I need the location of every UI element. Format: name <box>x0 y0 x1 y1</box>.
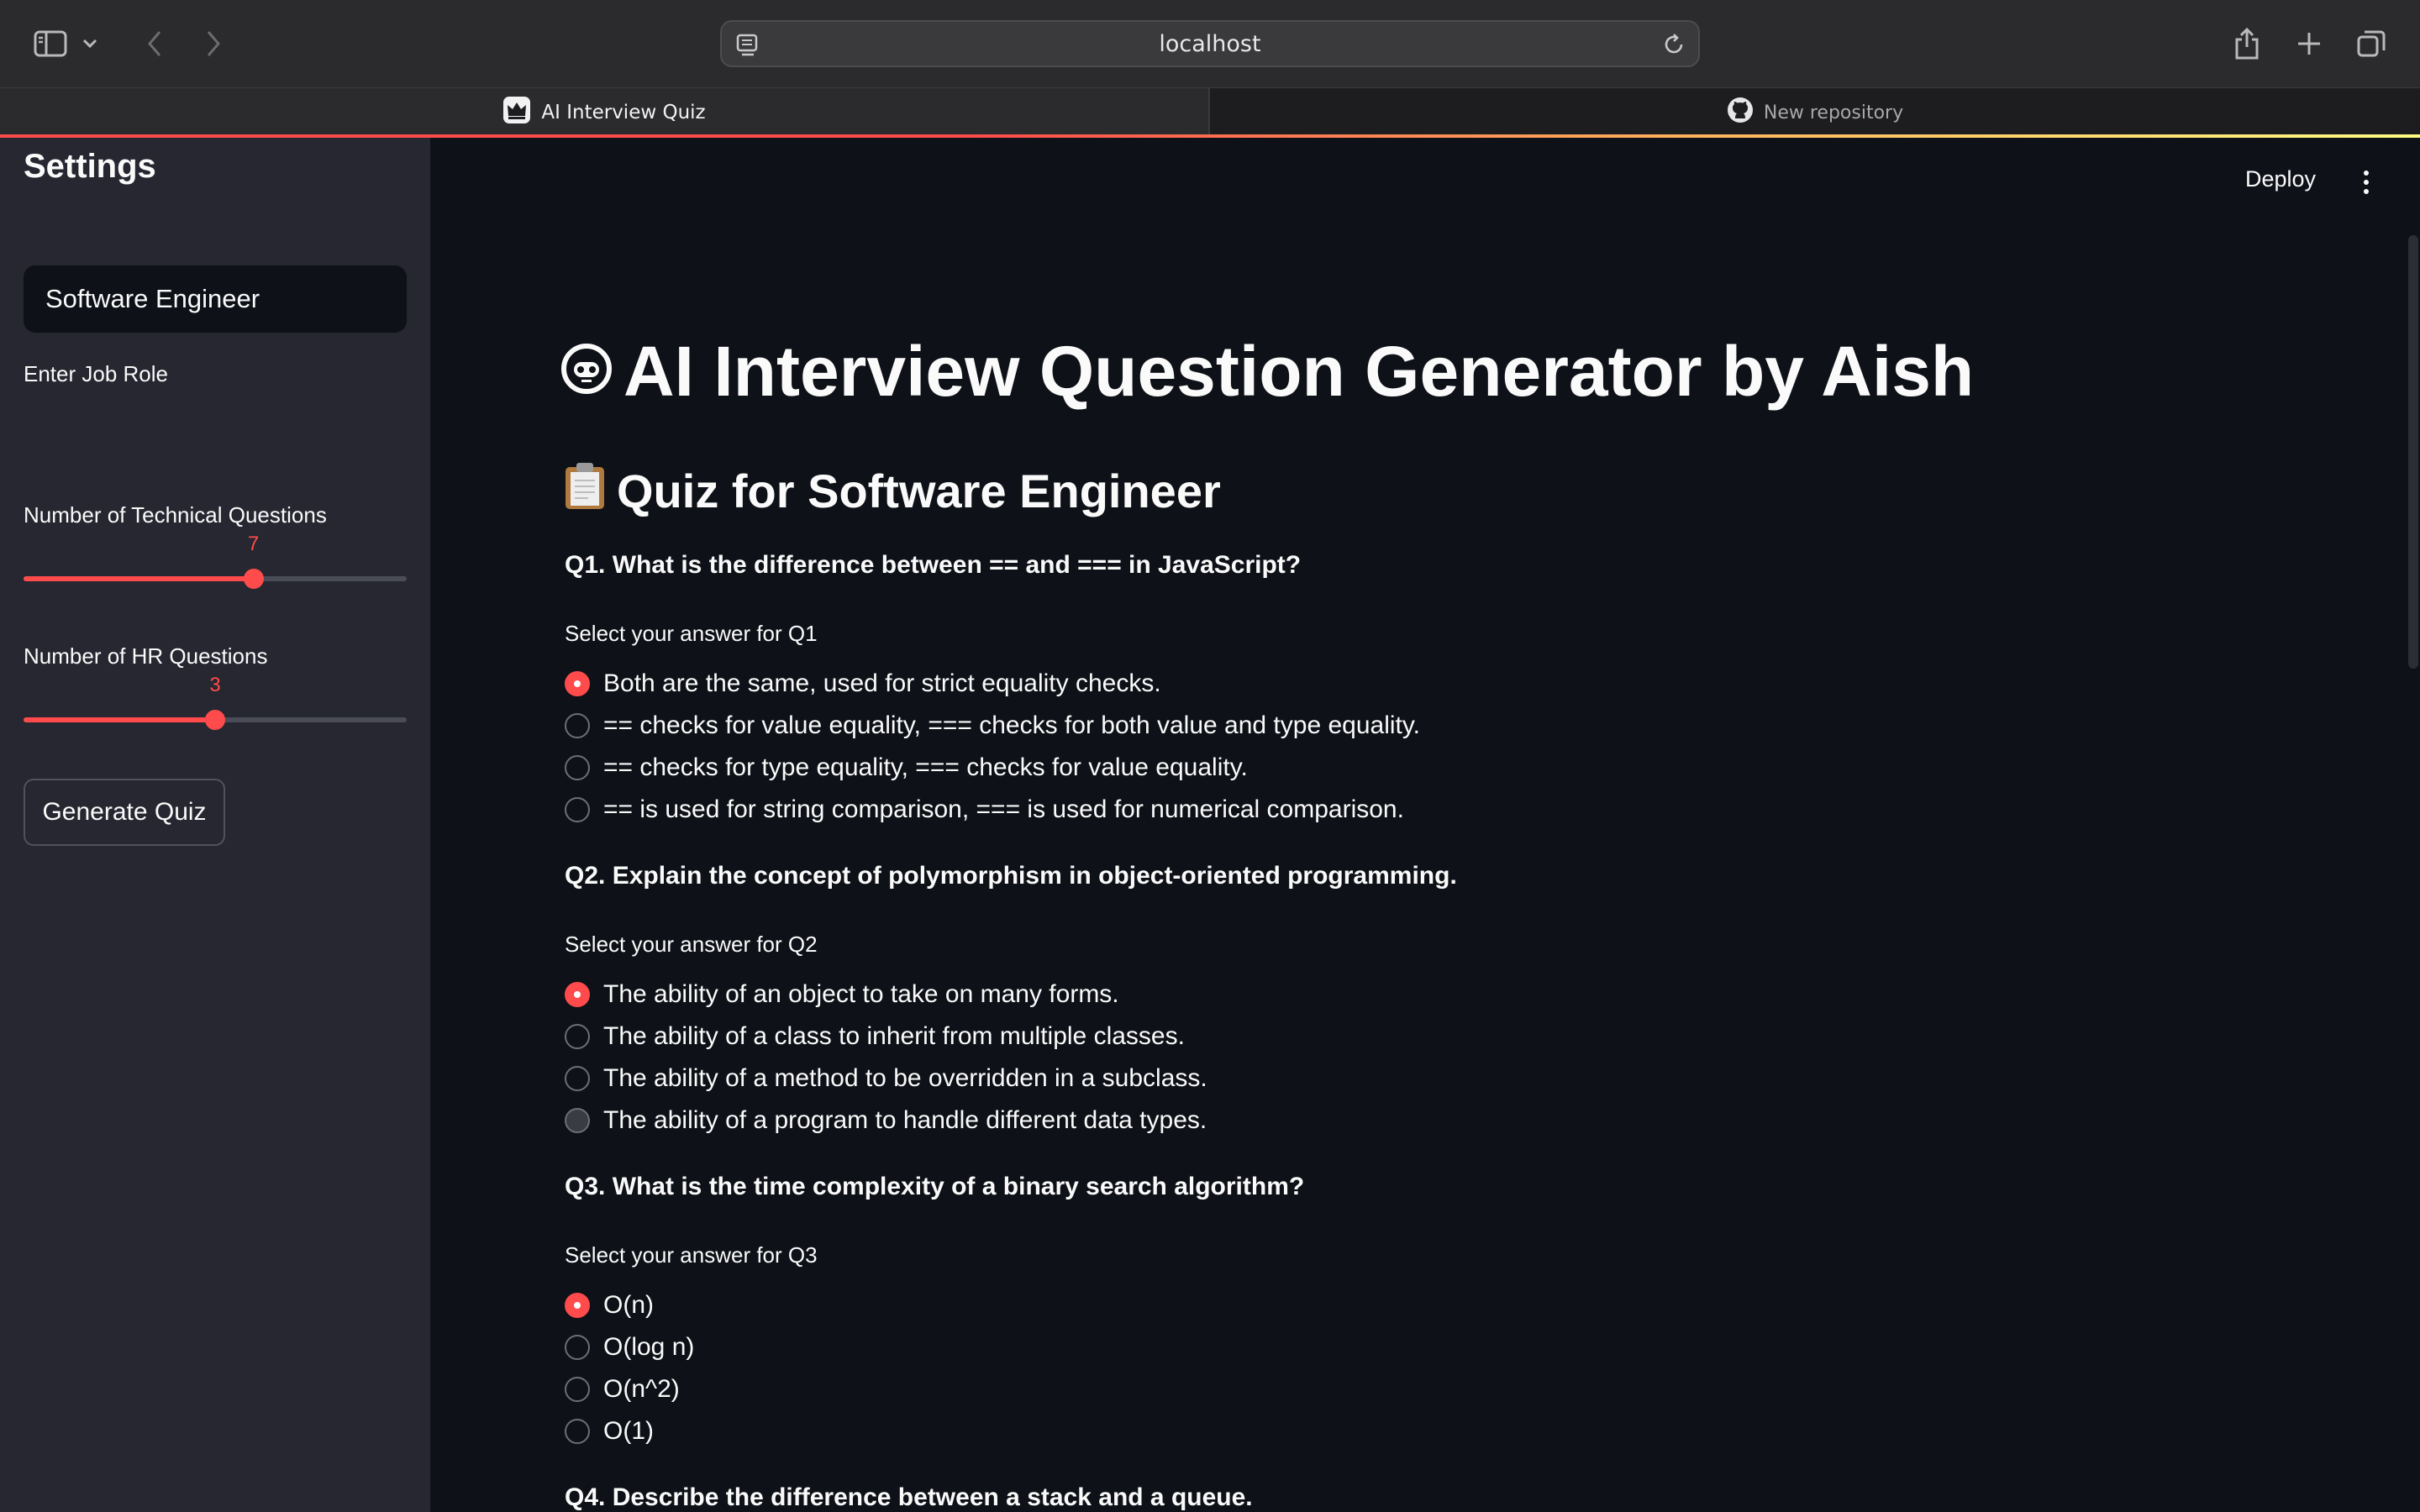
option-label: The ability of an object to take on many… <box>603 980 1119 1008</box>
option-label: == checks for type equality, === checks … <box>603 753 1248 781</box>
radio-option[interactable]: == checks for value equality, === checks… <box>565 709 1420 743</box>
scrollbar[interactable] <box>2408 235 2418 669</box>
radio-option[interactable]: O(log n) <box>565 1331 694 1364</box>
tab-overview-icon[interactable] <box>2349 22 2393 66</box>
address-bar[interactable]: localhost <box>720 20 1700 67</box>
slider-fill <box>24 717 215 722</box>
tab-ai-interview-quiz[interactable]: AI Interview Quiz <box>0 88 1208 137</box>
question-1: Q1. What is the difference between == an… <box>565 551 1302 579</box>
reload-icon[interactable] <box>1661 32 1686 61</box>
radio-button[interactable] <box>565 1335 590 1360</box>
main-menu-icon[interactable] <box>2358 168 2375 198</box>
radio-option[interactable]: == is used for string comparison, === is… <box>565 793 1404 827</box>
slider-value: 3 <box>209 674 221 696</box>
job-role-label: Enter Job Role <box>24 361 168 386</box>
slider-thumb[interactable] <box>205 710 225 730</box>
quiz-heading: Quiz for Software Engineer <box>563 460 1221 521</box>
radio-option[interactable]: The ability of an object to take on many… <box>565 978 1119 1011</box>
radio-option[interactable]: Both are the same, used for strict equal… <box>565 667 1161 701</box>
option-label: O(1) <box>603 1417 654 1445</box>
radio-button[interactable] <box>565 713 590 738</box>
answer-prompt-3: Select your answer for Q3 <box>565 1242 818 1268</box>
sidebar-title: Settings <box>24 148 156 185</box>
hr-questions-slider[interactable]: 3 <box>24 674 407 736</box>
quiz-heading-text: Quiz for Software Engineer <box>617 464 1221 517</box>
tab-label: AI Interview Quiz <box>541 102 706 123</box>
option-label: O(log n) <box>603 1333 695 1361</box>
radio-button[interactable] <box>565 1108 590 1133</box>
radio-button[interactable] <box>565 1377 590 1402</box>
radio-button[interactable] <box>565 1419 590 1444</box>
option-label: O(n^2) <box>603 1375 680 1403</box>
generate-quiz-button[interactable]: Generate Quiz <box>24 779 225 846</box>
clipboard-icon <box>563 460 607 522</box>
tab-bar: AI Interview Quiz New repository <box>0 87 2420 137</box>
option-label: == checks for value equality, === checks… <box>603 711 1420 739</box>
question-2: Q2. Explain the concept of polymorphism … <box>565 862 1457 890</box>
radio-option[interactable]: O(n) <box>565 1289 654 1322</box>
radio-option[interactable]: The ability of a program to handle diffe… <box>565 1104 1207 1137</box>
technical-questions-label: Number of Technical Questions <box>24 502 327 528</box>
option-label: The ability of a program to handle diffe… <box>603 1106 1207 1134</box>
browser-toolbar: localhost <box>0 0 2420 87</box>
slider-fill <box>24 576 254 581</box>
radio-button[interactable] <box>565 1293 590 1318</box>
sidebar-toggle-icon[interactable] <box>29 22 72 66</box>
tab-label: New repository <box>1763 102 1904 123</box>
radio-option[interactable]: The ability of a method to be overridden… <box>565 1062 1207 1095</box>
radio-option[interactable]: O(1) <box>565 1415 654 1448</box>
slider-value: 7 <box>247 533 260 555</box>
job-role-input[interactable]: Software Engineer <box>24 265 407 333</box>
radio-button[interactable] <box>565 1024 590 1049</box>
radio-button[interactable] <box>565 982 590 1007</box>
technical-questions-slider[interactable]: 7 <box>24 533 407 595</box>
radio-button[interactable] <box>565 1066 590 1091</box>
page-title-text: AI Interview Question Generator by Aish <box>623 331 1975 411</box>
radio-button[interactable] <box>565 797 590 822</box>
share-icon[interactable] <box>2225 22 2269 66</box>
option-label: O(n) <box>603 1291 654 1319</box>
radio-button[interactable] <box>565 671 590 696</box>
option-label: The ability of a class to inherit from m… <box>603 1022 1185 1050</box>
robot-face-icon <box>560 331 613 412</box>
hr-questions-label: Number of HR Questions <box>24 643 268 669</box>
option-label: The ability of a method to be overridden… <box>603 1064 1207 1092</box>
answer-prompt-2: Select your answer for Q2 <box>565 932 818 957</box>
back-icon[interactable] <box>133 22 176 66</box>
radio-button[interactable] <box>565 755 590 780</box>
radio-option[interactable]: == checks for type equality, === checks … <box>565 751 1248 785</box>
deploy-button[interactable]: Deploy <box>2245 166 2316 192</box>
crown-icon <box>502 96 531 129</box>
tab-new-repository[interactable]: New repository <box>1208 88 2420 137</box>
radio-option[interactable]: O(n^2) <box>565 1373 680 1406</box>
option-label: Both are the same, used for strict equal… <box>603 669 1161 697</box>
page-title: AI Interview Question Generator by Aish <box>560 329 1974 413</box>
url-text: localhost <box>1159 30 1261 57</box>
option-label: == is used for string comparison, === is… <box>603 795 1404 823</box>
question-3: Q3. What is the time complexity of a bin… <box>565 1173 1305 1200</box>
question-4: Q4. Describe the difference between a st… <box>565 1483 1253 1511</box>
new-tab-icon[interactable] <box>2287 22 2331 66</box>
chevron-down-icon[interactable] <box>76 22 104 66</box>
radio-option[interactable]: The ability of a class to inherit from m… <box>565 1020 1185 1053</box>
forward-icon[interactable] <box>192 22 235 66</box>
github-icon <box>1727 97 1754 129</box>
slider-thumb[interactable] <box>243 569 264 589</box>
answer-prompt-1: Select your answer for Q1 <box>565 621 818 646</box>
